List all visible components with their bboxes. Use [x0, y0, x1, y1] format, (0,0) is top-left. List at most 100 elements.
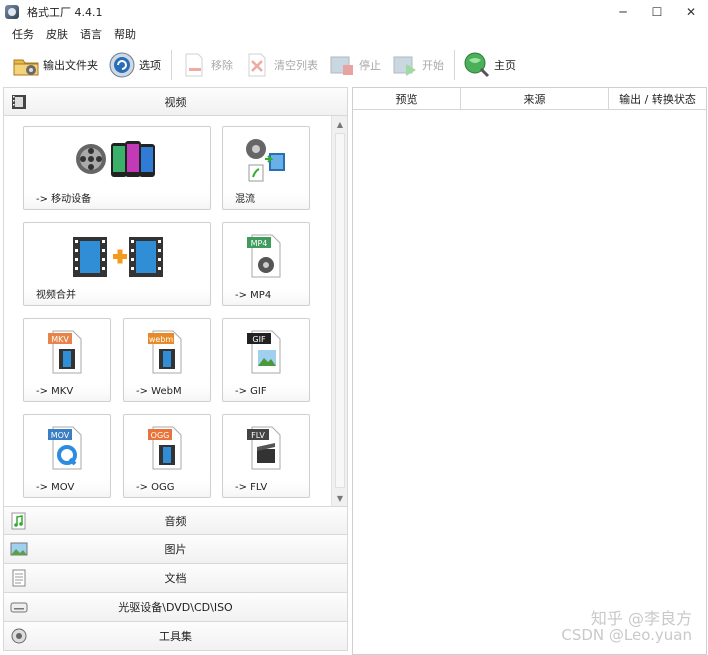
close-button[interactable]: ✕ [674, 0, 708, 24]
menu-help[interactable]: 帮助 [114, 26, 136, 42]
mov-badge-text: MOV [51, 431, 70, 440]
tile-webm[interactable]: webm -> WebM [123, 318, 211, 402]
music-note-icon [10, 512, 28, 530]
category-document[interactable]: 文档 [3, 564, 348, 593]
picture-icon [10, 540, 28, 558]
video-join-icon [69, 235, 165, 282]
toolbar: 输出文件夹 选项 移除 清空列表 停止 开始 主页 [0, 44, 708, 86]
stop-label: 停止 [359, 59, 381, 72]
toolbar-separator [454, 50, 455, 80]
category-audio[interactable]: 音频 [3, 506, 348, 535]
category-audio-label: 音频 [164, 514, 187, 528]
video-scrollbar[interactable]: ▲ ▼ [331, 116, 347, 506]
folder-icon [12, 51, 40, 79]
flv-file-icon: FLV [244, 423, 288, 476]
output-folder-button[interactable]: 输出文件夹 [12, 48, 98, 82]
home-globe-icon [463, 51, 491, 79]
home-label: 主页 [494, 59, 516, 72]
column-preview[interactable]: 预览 [353, 88, 461, 109]
tile-mkv[interactable]: MKV -> MKV [23, 318, 111, 402]
category-document-label: 文档 [164, 572, 187, 585]
watermark-line-1: 知乎 @李良方 [590, 609, 692, 628]
options-gear-icon [108, 51, 136, 79]
tile-gif[interactable]: GIF -> GIF [222, 318, 310, 402]
title-bar: 格式工厂 4.4.1 ─ ☐ ✕ [0, 0, 708, 24]
ogg-file-icon: OGG [145, 423, 189, 476]
menu-task[interactable]: 任务 [12, 26, 34, 42]
column-source[interactable]: 来源 [461, 88, 609, 109]
mp4-file-icon: MP4 [244, 231, 288, 284]
window-controls: ─ ☐ ✕ [606, 0, 708, 24]
menu-bar: 任务 皮肤 语言 帮助 [0, 24, 708, 44]
options-button[interactable]: 选项 [108, 48, 161, 82]
maximize-button[interactable]: ☐ [640, 0, 674, 24]
tile-label: -> FLV [235, 482, 268, 493]
category-optical-label: 光驱设备\DVD\CD\ISO [118, 601, 233, 614]
options-label: 选项 [139, 59, 161, 72]
mkv-file-icon: MKV [45, 327, 89, 380]
tile-label: -> WebM [136, 386, 182, 397]
window-title: 格式工厂 4.4.1 [27, 6, 103, 19]
tile-flv[interactable]: FLV -> FLV [222, 414, 310, 498]
stop-icon [328, 51, 356, 79]
optical-drive-icon [10, 598, 28, 616]
tile-label: -> MP4 [235, 290, 272, 301]
category-tools[interactable]: 工具集 [3, 622, 348, 651]
app-icon [5, 5, 19, 19]
category-video-label: 视频 [164, 95, 187, 109]
scroll-up-arrow-icon[interactable]: ▲ [332, 116, 347, 132]
tile-label: -> MKV [36, 386, 74, 397]
category-image-label: 图片 [164, 543, 187, 556]
tile-ogg[interactable]: OGG -> OGG [123, 414, 211, 498]
watermark: 知乎 @李良方 CSDN @Leo.yuan [561, 610, 692, 644]
scroll-thumb[interactable] [335, 133, 345, 488]
start-icon [391, 51, 419, 79]
webm-file-icon: webm [145, 327, 189, 380]
flv-badge-text: FLV [251, 431, 265, 440]
clear-list-button[interactable]: 清空列表 [243, 48, 318, 82]
mux-icon [241, 135, 291, 188]
column-output-status[interactable]: 输出 / 转换状态 [609, 88, 706, 109]
clear-list-icon [243, 51, 271, 79]
video-tiles-area: -> 移动设备 混流 视频合并 MP4 -> MP4 MKV -> MKV we… [3, 116, 348, 506]
tile-mov[interactable]: MOV -> MOV [23, 414, 111, 498]
home-button[interactable]: 主页 [463, 48, 516, 82]
minimize-button[interactable]: ─ [606, 0, 640, 24]
tile-mobile-devices[interactable]: -> 移动设备 [23, 126, 211, 210]
tile-label: -> MOV [36, 482, 75, 493]
category-video[interactable]: 视频 [3, 87, 348, 116]
film-icon [10, 93, 28, 111]
tile-mp4[interactable]: MP4 -> MP4 [222, 222, 310, 306]
scroll-down-arrow-icon[interactable]: ▼ [332, 490, 347, 506]
tile-video-join[interactable]: 视频合并 [23, 222, 211, 306]
watermark-line-2: CSDN @Leo.yuan [561, 626, 692, 644]
stop-button[interactable]: 停止 [328, 48, 381, 82]
category-image[interactable]: 图片 [3, 535, 348, 564]
gif-badge-text: GIF [252, 335, 266, 344]
remove-icon [180, 51, 208, 79]
task-list-panel: 预览 来源 输出 / 转换状态 知乎 @李良方 CSDN @Leo.yuan [352, 87, 707, 655]
mov-file-icon: MOV [45, 423, 89, 476]
tile-label: -> OGG [136, 482, 175, 493]
webm-badge-text: webm [149, 335, 174, 344]
tools-icon [10, 627, 28, 645]
category-optical[interactable]: 光驱设备\DVD\CD\ISO [3, 593, 348, 622]
menu-skin[interactable]: 皮肤 [46, 26, 68, 42]
tile-label: -> 移动设备 [36, 194, 92, 205]
task-list-header: 预览 来源 输出 / 转换状态 [353, 88, 706, 110]
toolbar-separator [171, 50, 172, 80]
clear-list-label: 清空列表 [274, 59, 318, 72]
menu-language[interactable]: 语言 [80, 26, 102, 42]
tile-mux[interactable]: 混流 [222, 126, 310, 210]
mkv-badge-text: MKV [51, 335, 69, 344]
start-button[interactable]: 开始 [391, 48, 444, 82]
mp4-badge-text: MP4 [251, 239, 268, 248]
start-label: 开始 [422, 59, 444, 72]
category-tools-label: 工具集 [159, 630, 192, 643]
gif-file-icon: GIF [244, 327, 288, 380]
tile-label: 视频合并 [36, 290, 76, 301]
mobile-devices-icon [75, 137, 159, 184]
remove-button[interactable]: 移除 [180, 48, 233, 82]
tile-label: 混流 [235, 194, 255, 205]
output-folder-label: 输出文件夹 [43, 59, 98, 72]
